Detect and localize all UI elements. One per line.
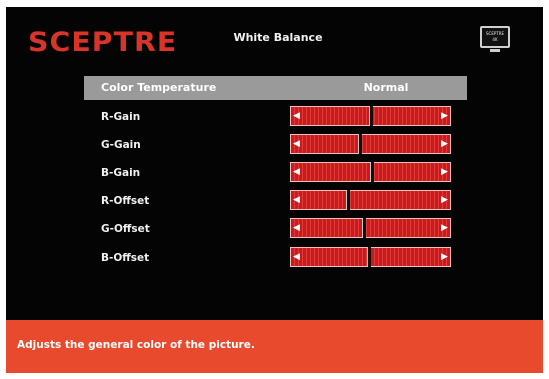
slider-knob[interactable] — [370, 162, 374, 182]
r-gain-label: R-Gain — [101, 111, 141, 123]
slider-knob[interactable] — [367, 247, 371, 267]
r-offset-label: R-Offset — [101, 195, 150, 207]
brand-logo: SCEPTRE — [28, 27, 178, 58]
arrow-left-icon[interactable]: ◀ — [292, 137, 301, 151]
arrow-right-icon[interactable]: ▶ — [440, 165, 449, 179]
arrow-left-icon[interactable]: ◀ — [292, 165, 301, 179]
tv-icon-resolution: 4K — [492, 37, 498, 42]
arrow-left-icon[interactable]: ◀ — [292, 250, 301, 264]
menu-title: White Balance — [233, 31, 323, 44]
slider-knob[interactable] — [369, 106, 373, 126]
help-bar: Adjusts the general color of the picture… — [6, 320, 543, 373]
color-temperature-label: Color Temperature — [101, 81, 217, 94]
g-gain-slider[interactable]: ◀ ▶ — [290, 134, 451, 154]
b-gain-label: B-Gain — [101, 167, 141, 179]
slider-knob[interactable] — [358, 134, 362, 154]
osd-screen: SCEPTRE White Balance SCEPTRE 4K Color T… — [6, 7, 543, 373]
g-offset-slider[interactable]: ◀ ▶ — [290, 218, 451, 238]
color-temperature-row[interactable]: Color Temperature Normal — [84, 76, 467, 100]
arrow-right-icon[interactable]: ▶ — [440, 193, 449, 207]
b-gain-slider[interactable]: ◀ ▶ — [290, 162, 451, 182]
arrow-right-icon[interactable]: ▶ — [440, 221, 449, 235]
arrow-left-icon[interactable]: ◀ — [292, 193, 301, 207]
r-gain-slider[interactable]: ◀ ▶ — [290, 106, 451, 126]
arrow-left-icon[interactable]: ◀ — [292, 221, 301, 235]
tv-icon: SCEPTRE 4K — [480, 26, 510, 52]
r-offset-slider[interactable]: ◀ ▶ — [290, 190, 451, 210]
slider-knob[interactable] — [346, 190, 350, 210]
tv-icon-stand — [490, 49, 500, 52]
b-offset-slider[interactable]: ◀ ▶ — [290, 247, 451, 267]
help-text: Adjusts the general color of the picture… — [17, 339, 255, 351]
arrow-right-icon[interactable]: ▶ — [440, 109, 449, 123]
arrow-right-icon[interactable]: ▶ — [440, 250, 449, 264]
slider-knob[interactable] — [362, 218, 366, 238]
arrow-left-icon[interactable]: ◀ — [292, 109, 301, 123]
color-temperature-value[interactable]: Normal — [341, 81, 431, 94]
b-offset-label: B-Offset — [101, 252, 150, 264]
g-offset-label: G-Offset — [101, 223, 150, 235]
tv-icon-brand: SCEPTRE — [485, 31, 505, 36]
arrow-right-icon[interactable]: ▶ — [440, 137, 449, 151]
g-gain-label: G-Gain — [101, 139, 141, 151]
